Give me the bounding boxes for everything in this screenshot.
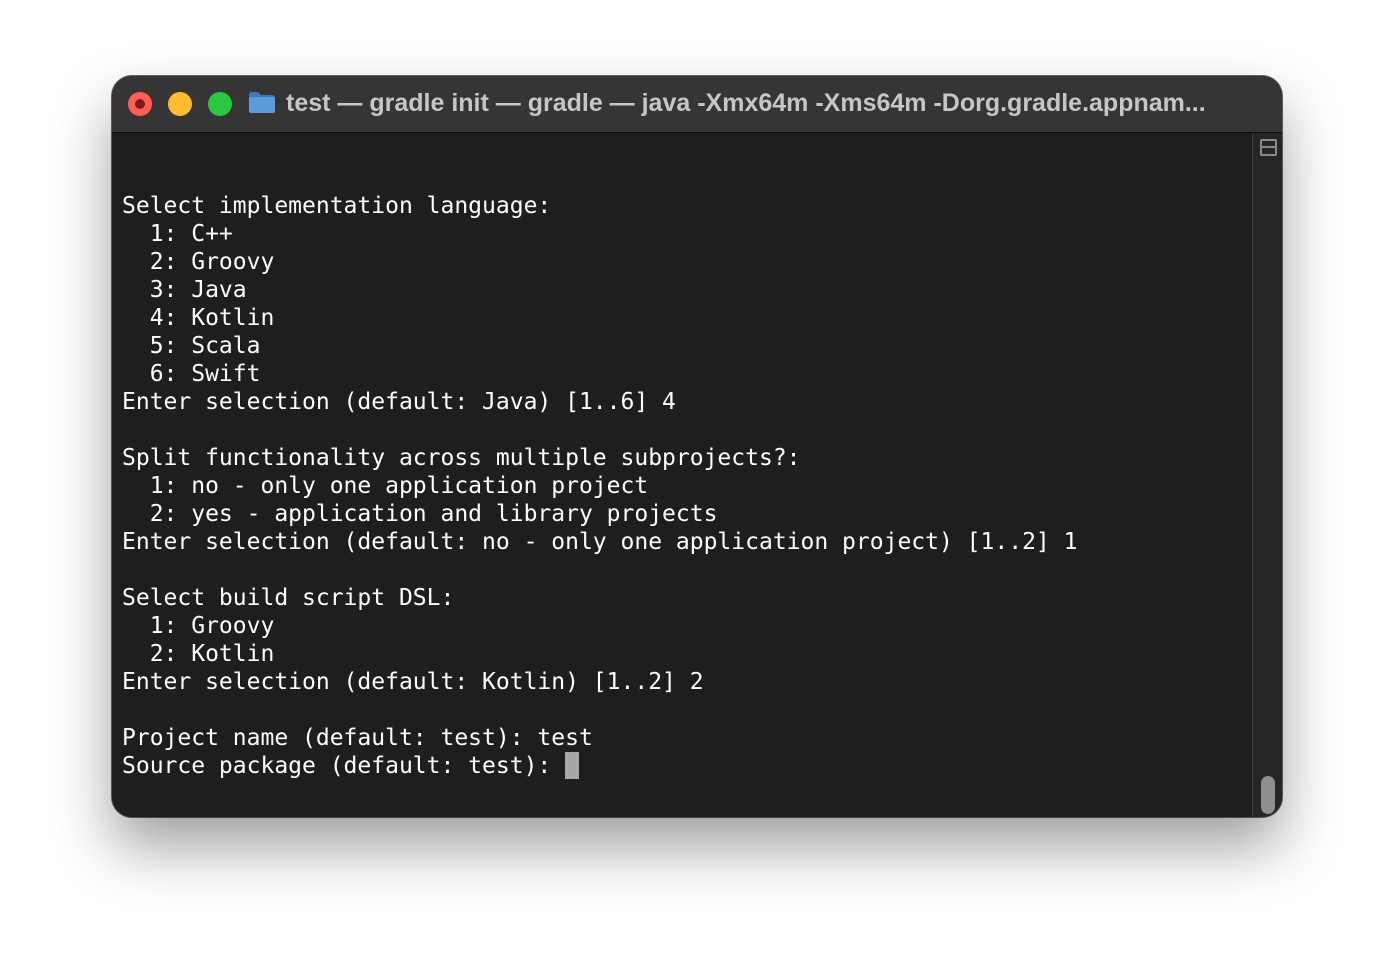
close-button[interactable]: [128, 92, 152, 116]
scrollbar[interactable]: [1252, 133, 1282, 817]
terminal-window: test — gradle init — gradle — java -Xmx6…: [112, 76, 1282, 817]
terminal-line: Select build script DSL:: [122, 585, 455, 611]
minimize-button[interactable]: [168, 92, 192, 116]
terminal-line: 2: Groovy: [122, 249, 275, 275]
terminal-line: 4: Kotlin: [122, 305, 275, 331]
terminal-line: Enter selection (default: Java) [1..6] 4: [122, 389, 676, 415]
terminal-line: 2: Kotlin: [122, 641, 275, 667]
terminal-output[interactable]: Select implementation language: 1: C++ 2…: [122, 164, 1247, 804]
terminal-prompt: Source package (default: test):: [122, 753, 566, 779]
terminal-line: 3: Java: [122, 277, 247, 303]
terminal-line: 2: yes - application and library project…: [122, 501, 718, 527]
terminal-line: 1: Groovy: [122, 613, 275, 639]
terminal-line: 6: Swift: [122, 361, 261, 387]
terminal-line: Enter selection (default: no - only one …: [122, 529, 1078, 555]
terminal-line: 1: C++: [122, 221, 233, 247]
zoom-button[interactable]: [208, 92, 232, 116]
split-pane-icon[interactable]: [1260, 139, 1277, 156]
close-icon: [135, 99, 145, 109]
title-bar[interactable]: test — gradle init — gradle — java -Xmx6…: [112, 76, 1282, 133]
terminal-line: 1: no - only one application project: [122, 473, 649, 499]
terminal-line: Project name (default: test): test: [122, 725, 593, 751]
window-title: test — gradle init — gradle — java -Xmx6…: [286, 89, 1206, 117]
text-cursor: [565, 752, 580, 779]
scrollbar-thumb[interactable]: [1261, 776, 1275, 814]
terminal-prompt-line[interactable]: Source package (default: test):: [122, 752, 1247, 780]
folder-icon: [249, 92, 275, 113]
terminal-line: Split functionality across multiple subp…: [122, 445, 801, 471]
terminal-line: Enter selection (default: Kotlin) [1..2]…: [122, 669, 704, 695]
terminal-line: Select implementation language:: [122, 193, 552, 219]
terminal-line: 5: Scala: [122, 333, 261, 359]
